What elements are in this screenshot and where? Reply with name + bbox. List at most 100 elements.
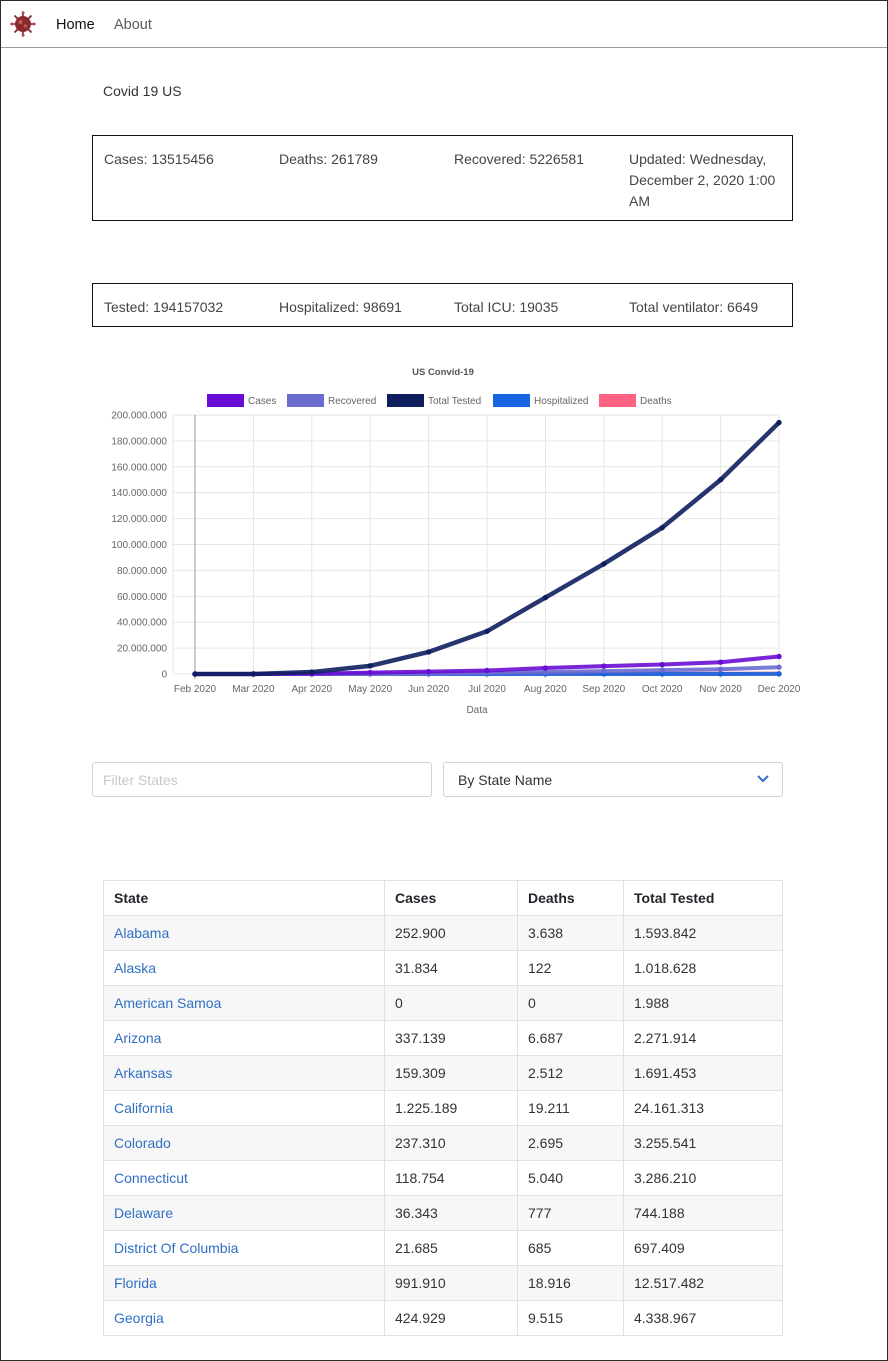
y-tick-label: 0 bbox=[161, 670, 167, 681]
table-row: Alabama 252.900 3.638 1.593.842 bbox=[103, 915, 783, 951]
states-table: State Cases Deaths Total Tested Alabama 2… bbox=[103, 880, 783, 1336]
updated-line-1: Updated: Wednesday, bbox=[629, 151, 767, 167]
x-tick-label: Apr 2020 bbox=[292, 684, 333, 695]
navbar: Home About bbox=[1, 1, 887, 48]
legend-swatch bbox=[287, 394, 324, 407]
deaths-cell: 777 bbox=[517, 1195, 624, 1231]
sort-select[interactable]: By State Name bbox=[443, 762, 783, 797]
data-point bbox=[776, 419, 782, 426]
recovered-stat: Recovered: 5226581 bbox=[454, 151, 584, 167]
tested-cell: 697.409 bbox=[623, 1230, 783, 1266]
deaths-cell: 6.687 bbox=[517, 1020, 624, 1056]
updated-line-3: AM bbox=[629, 193, 650, 209]
state-cell: Arizona bbox=[103, 1020, 385, 1056]
deaths-cell: 685 bbox=[517, 1230, 624, 1266]
data-point bbox=[659, 524, 665, 531]
data-point bbox=[717, 671, 724, 677]
state-link[interactable]: Delaware bbox=[114, 1205, 173, 1221]
deaths-cell: 0 bbox=[517, 985, 624, 1021]
cases-cell: 991.910 bbox=[384, 1265, 518, 1301]
data-point bbox=[717, 666, 724, 672]
summary-box: Cases: 13515456 Deaths: 261789 Recovered… bbox=[92, 135, 793, 221]
legend-label: Deaths bbox=[640, 396, 672, 407]
legend-swatch bbox=[387, 394, 424, 407]
data-point bbox=[367, 663, 373, 669]
state-link[interactable]: Alabama bbox=[114, 925, 169, 941]
header-state[interactable]: State bbox=[103, 880, 385, 916]
cases-cell: 337.139 bbox=[384, 1020, 518, 1056]
y-tick-label: 40.000.000 bbox=[117, 618, 167, 629]
tested-cell: 3.255.541 bbox=[623, 1125, 783, 1161]
filter-states-input[interactable] bbox=[92, 762, 432, 797]
state-link[interactable]: District Of Columbia bbox=[114, 1240, 238, 1256]
cases-cell: 424.929 bbox=[384, 1300, 518, 1336]
legend-label: Total Tested bbox=[428, 396, 481, 407]
x-tick-label: Aug 2020 bbox=[524, 684, 567, 695]
legend-swatch bbox=[599, 394, 636, 407]
state-link[interactable]: Georgia bbox=[114, 1310, 164, 1326]
header-cases[interactable]: Cases bbox=[384, 880, 518, 916]
state-cell: Arkansas bbox=[103, 1055, 385, 1091]
table-header-row: State Cases Deaths Total Tested bbox=[103, 880, 783, 916]
legend-label: Cases bbox=[248, 396, 276, 407]
data-point bbox=[484, 667, 490, 674]
data-point bbox=[484, 628, 490, 634]
tested-cell: 1.988 bbox=[623, 985, 783, 1021]
tested-cell: 3.286.210 bbox=[623, 1160, 783, 1196]
table-row: Arkansas 159.309 2.512 1.691.453 bbox=[103, 1055, 783, 1091]
deaths-cell: 122 bbox=[517, 950, 624, 986]
y-tick-label: 120.000.000 bbox=[111, 514, 167, 525]
x-tick-label: May 2020 bbox=[348, 684, 392, 695]
nav-about-link[interactable]: About bbox=[114, 17, 152, 33]
updated-line-2: December 2, 2020 1:00 bbox=[629, 172, 776, 188]
y-tick-label: 200.000.000 bbox=[111, 411, 167, 422]
data-point bbox=[601, 668, 607, 674]
table-row: Delaware 36.343 777 744.188 bbox=[103, 1195, 783, 1231]
legend-swatch bbox=[493, 394, 530, 407]
x-tick-label: Nov 2020 bbox=[699, 684, 742, 695]
state-cell: District Of Columbia bbox=[103, 1230, 385, 1266]
data-point bbox=[250, 671, 257, 677]
legend-label: Recovered bbox=[328, 396, 376, 407]
state-link[interactable]: Arizona bbox=[114, 1030, 161, 1046]
state-link[interactable]: Florida bbox=[114, 1275, 157, 1291]
y-tick-label: 80.000.000 bbox=[117, 566, 167, 577]
tested-cell: 744.188 bbox=[623, 1195, 783, 1231]
cases-cell: 252.900 bbox=[384, 915, 518, 951]
x-tick-label: Jul 2020 bbox=[468, 684, 506, 695]
nav-home-link[interactable]: Home bbox=[56, 17, 95, 33]
header-total-tested[interactable]: Total Tested bbox=[623, 880, 783, 916]
virus-icon[interactable] bbox=[10, 11, 36, 37]
state-link[interactable]: California bbox=[114, 1100, 173, 1116]
x-tick-label: Oct 2020 bbox=[642, 684, 683, 695]
table-row: Connecticut 118.754 5.040 3.286.210 bbox=[103, 1160, 783, 1196]
data-point bbox=[542, 665, 549, 671]
tested-cell: 4.338.967 bbox=[623, 1300, 783, 1336]
header-deaths[interactable]: Deaths bbox=[517, 880, 624, 916]
covid-line-chart: US Convid-19 Cases Recovered Total Tested Ho… bbox=[111, 367, 801, 716]
cases-cell: 31.834 bbox=[384, 950, 518, 986]
state-link[interactable]: Connecticut bbox=[114, 1170, 188, 1186]
icu-stat: Total ICU: 19035 bbox=[454, 299, 559, 315]
state-link[interactable]: Arkansas bbox=[114, 1065, 172, 1081]
data-point bbox=[601, 663, 607, 669]
state-link[interactable]: Colorado bbox=[114, 1135, 171, 1151]
data-point bbox=[717, 477, 724, 483]
chevron-down-icon bbox=[757, 775, 769, 783]
table-row: Florida 991.910 18.916 12.517.482 bbox=[103, 1265, 783, 1301]
state-cell: Alabama bbox=[103, 915, 385, 951]
x-tick-label: Dec 2020 bbox=[758, 684, 801, 695]
page-title: Covid 19 US bbox=[103, 83, 182, 99]
data-point bbox=[309, 669, 315, 675]
data-point bbox=[601, 561, 607, 567]
state-link[interactable]: American Samoa bbox=[114, 995, 221, 1011]
tested-cell: 1.593.842 bbox=[623, 915, 783, 951]
legend-swatch bbox=[207, 394, 244, 407]
cases-cell: 1.225.189 bbox=[384, 1090, 518, 1126]
deaths-cell: 18.916 bbox=[517, 1265, 624, 1301]
state-cell: American Samoa bbox=[103, 985, 385, 1021]
cases-cell: 237.310 bbox=[384, 1125, 518, 1161]
state-link[interactable]: Alaska bbox=[114, 960, 156, 976]
tested-stat: Tested: 194157032 bbox=[104, 299, 224, 315]
tested-cell: 1.691.453 bbox=[623, 1055, 783, 1091]
